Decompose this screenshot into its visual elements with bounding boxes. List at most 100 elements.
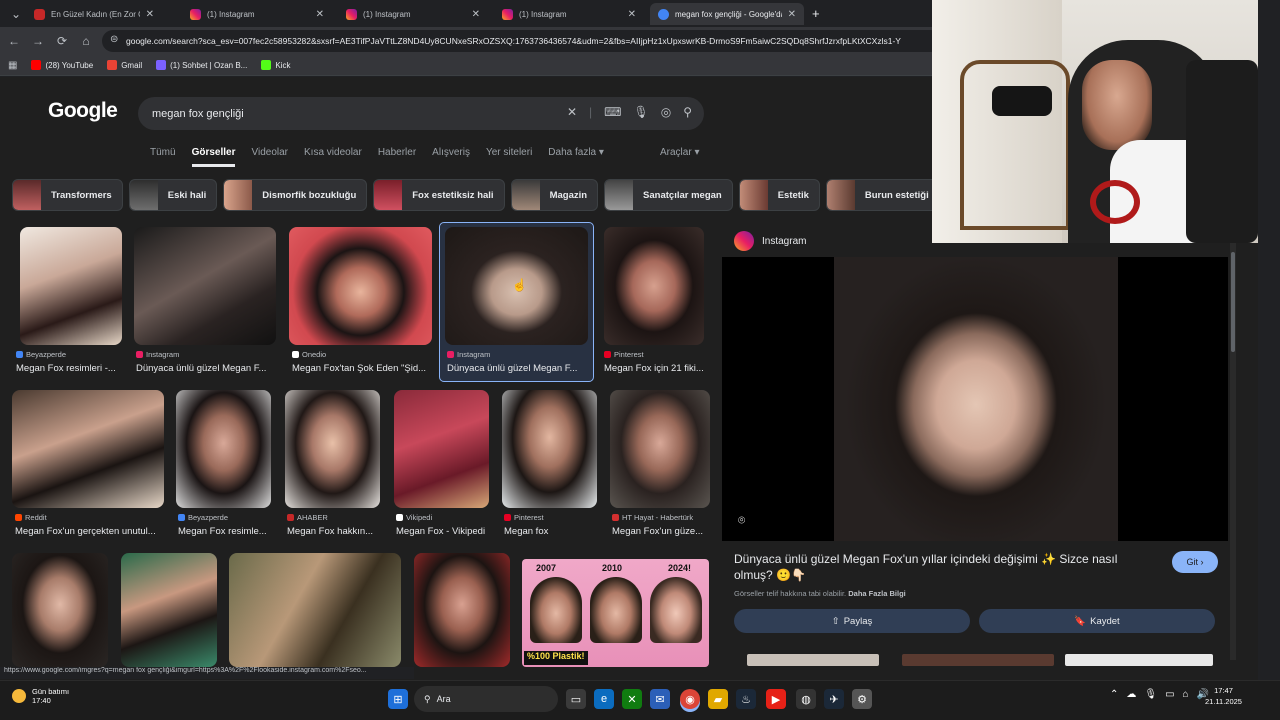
- panel-source[interactable]: Instagram: [734, 231, 806, 251]
- result-thumbnail[interactable]: [610, 390, 710, 508]
- image-result-4-selected[interactable]: Instagram Dünyaca ünlü güzel Megan F... …: [440, 223, 593, 381]
- preview-image[interactable]: [834, 257, 1118, 541]
- browser-tab-active[interactable]: megan fox gençliği - Google'da Ara ✕: [650, 3, 804, 25]
- result-thumbnail[interactable]: [121, 553, 217, 667]
- browser-tab-2[interactable]: (1) Instagram ✕: [182, 3, 332, 25]
- image-result-1[interactable]: Beyazperde Megan Fox resimleri -...: [12, 227, 122, 377]
- result-thumbnail[interactable]: [20, 227, 122, 345]
- microphone-icon[interactable]: 🎙: [1144, 689, 1157, 700]
- tab-shopping[interactable]: Alışveriş: [432, 147, 470, 167]
- youtube-icon[interactable]: ▶: [766, 689, 786, 709]
- chip-estetik[interactable]: Estetik: [739, 179, 820, 211]
- close-tab-icon[interactable]: ✕: [472, 9, 480, 20]
- forward-icon[interactable]: →: [26, 29, 50, 53]
- edge-icon[interactable]: e: [594, 689, 614, 709]
- result-thumbnail[interactable]: [414, 553, 510, 667]
- image-result-12[interactable]: [12, 553, 108, 667]
- tab-more[interactable]: Daha fazla ▾: [548, 147, 604, 167]
- result-thumbnail[interactable]: [604, 227, 704, 345]
- chip-eski-hali[interactable]: Eski hali: [129, 179, 218, 211]
- start-windows-icon[interactable]: ⊞: [388, 689, 408, 709]
- browser-tab-1[interactable]: En Güzel Kadın (En Zor Olabilecek ✕: [26, 3, 162, 25]
- google-lens-icon[interactable]: ⌾: [738, 513, 745, 528]
- tab-images[interactable]: Görseller: [192, 147, 236, 167]
- image-result-8[interactable]: AHABER Megan Fox hakkın...: [285, 390, 385, 540]
- scrollbar-thumb[interactable]: [1231, 252, 1235, 352]
- tab-videos[interactable]: Videolar: [251, 147, 288, 167]
- learn-more-link[interactable]: Daha Fazla Bilgi: [848, 589, 906, 598]
- image-result-14[interactable]: [229, 553, 401, 667]
- tab-news[interactable]: Haberler: [378, 147, 416, 167]
- address-bar[interactable]: ⊜ google.com/search?sca_esv=007fec2c5895…: [102, 30, 942, 52]
- steam-icon[interactable]: ♨: [736, 689, 756, 709]
- chip-burun[interactable]: Burun estetiği: [826, 179, 940, 211]
- chip-transformers[interactable]: Transformers: [12, 179, 123, 211]
- bookmark-youtube[interactable]: (28) YouTube: [31, 60, 93, 70]
- keyboard-icon[interactable]: ⌨: [604, 105, 621, 119]
- cloud-icon[interactable]: ☁: [1126, 689, 1136, 700]
- chip-dismorfik[interactable]: Dismorfik bozukluğu: [223, 179, 367, 211]
- chip-magazin[interactable]: Magazin: [511, 179, 598, 211]
- related-thumbnail[interactable]: [747, 654, 879, 666]
- search-input[interactable]: megan fox gençliği: [152, 108, 244, 120]
- image-result-3[interactable]: Onedio Megan Fox'tan Şok Eden "Şid...: [289, 227, 439, 377]
- result-thumbnail[interactable]: [394, 390, 489, 508]
- chip-estetiksiz[interactable]: Fox estetiksiz hali: [373, 179, 504, 211]
- related-thumbnail[interactable]: [902, 654, 1054, 666]
- image-result-5[interactable]: Pinterest Megan Fox için 21 fiki...: [604, 227, 714, 377]
- result-thumbnail[interactable]: [502, 390, 597, 508]
- close-tab-icon[interactable]: ✕: [316, 9, 324, 20]
- microphone-icon[interactable]: 🎙: [633, 105, 648, 119]
- obs-icon[interactable]: ◍: [796, 689, 816, 709]
- image-result-11[interactable]: HT Hayat - Habertürk Megan Fox'un güze..…: [610, 390, 720, 540]
- close-tab-icon[interactable]: ✕: [788, 9, 796, 20]
- result-thumbnail[interactable]: [12, 390, 164, 508]
- chevron-up-icon[interactable]: ⌃: [1110, 689, 1118, 700]
- panel-scrollbar[interactable]: [1230, 240, 1236, 660]
- chip-sanatcilar[interactable]: Sanatçılar megan: [604, 179, 733, 211]
- file-explorer-icon[interactable]: ▰: [708, 689, 728, 709]
- browser-tab-3[interactable]: (1) Instagram ✕: [338, 3, 488, 25]
- image-result-10[interactable]: Pinterest Megan fox: [502, 390, 602, 540]
- image-result-16[interactable]: 2007 2010 2024! %100 Plastik!: [522, 559, 709, 667]
- reload-icon[interactable]: ⟳: [50, 29, 74, 53]
- image-result-13[interactable]: [121, 553, 217, 667]
- preview-title[interactable]: Dünyaca ünlü güzel Megan Fox'un yıllar i…: [734, 551, 1154, 583]
- visit-button[interactable]: Git ›: [1172, 551, 1218, 573]
- result-thumbnail[interactable]: [285, 390, 380, 508]
- google-logo[interactable]: Google: [48, 99, 117, 123]
- search-icon[interactable]: ⚲: [683, 105, 692, 119]
- new-tab-button[interactable]: +: [812, 6, 820, 21]
- mail-icon[interactable]: ✉: [650, 689, 670, 709]
- result-thumbnail[interactable]: [134, 227, 276, 345]
- search-box[interactable]: megan fox gençliği ✕ | ⌨ 🎙 ◎ ⚲: [138, 97, 704, 130]
- tab-places[interactable]: Yer siteleri: [486, 147, 532, 167]
- monitor-icon[interactable]: ▭: [1165, 689, 1174, 700]
- tools-button[interactable]: Araçlar ▾: [660, 147, 699, 158]
- image-result-7[interactable]: Beyazperde Megan Fox resimle...: [176, 390, 276, 540]
- bookmark-gmail[interactable]: Gmail: [107, 60, 142, 70]
- taskbar-search[interactable]: ⚲Ara: [414, 686, 558, 712]
- browser-tab-4[interactable]: (1) Instagram ✕: [494, 3, 644, 25]
- tab-short-videos[interactable]: Kısa videolar: [304, 147, 362, 167]
- xbox-icon[interactable]: ✕: [622, 689, 642, 709]
- bookmark-kick[interactable]: Kick: [261, 60, 290, 70]
- preview-image-container[interactable]: ⌾: [722, 257, 1228, 541]
- back-icon[interactable]: ←: [2, 29, 26, 53]
- close-tab-icon[interactable]: ✕: [146, 9, 154, 20]
- clear-icon[interactable]: ✕: [567, 105, 577, 119]
- result-thumbnail[interactable]: [176, 390, 271, 508]
- settings-icon[interactable]: ⚙: [852, 689, 872, 709]
- image-result-6[interactable]: Reddit Megan Fox'un gerçekten unutul...: [12, 390, 172, 540]
- lens-icon[interactable]: ◎: [661, 105, 671, 119]
- tab-all[interactable]: Tümü: [150, 147, 176, 167]
- site-info-icon[interactable]: ⊜: [110, 34, 118, 45]
- tab-search-chevron-icon[interactable]: ⌄: [4, 2, 28, 26]
- network-icon[interactable]: ⌂: [1183, 689, 1189, 700]
- image-result-2[interactable]: Instagram Dünyaca ünlü güzel Megan F...: [134, 227, 284, 377]
- image-result-9[interactable]: Vikipedi Megan Fox - Vikipedi: [394, 390, 494, 540]
- result-thumbnail[interactable]: [289, 227, 432, 345]
- weather-widget[interactable]: Gün batımı17:40: [12, 687, 69, 705]
- close-tab-icon[interactable]: ✕: [628, 9, 636, 20]
- related-thumbnail[interactable]: [1065, 654, 1213, 666]
